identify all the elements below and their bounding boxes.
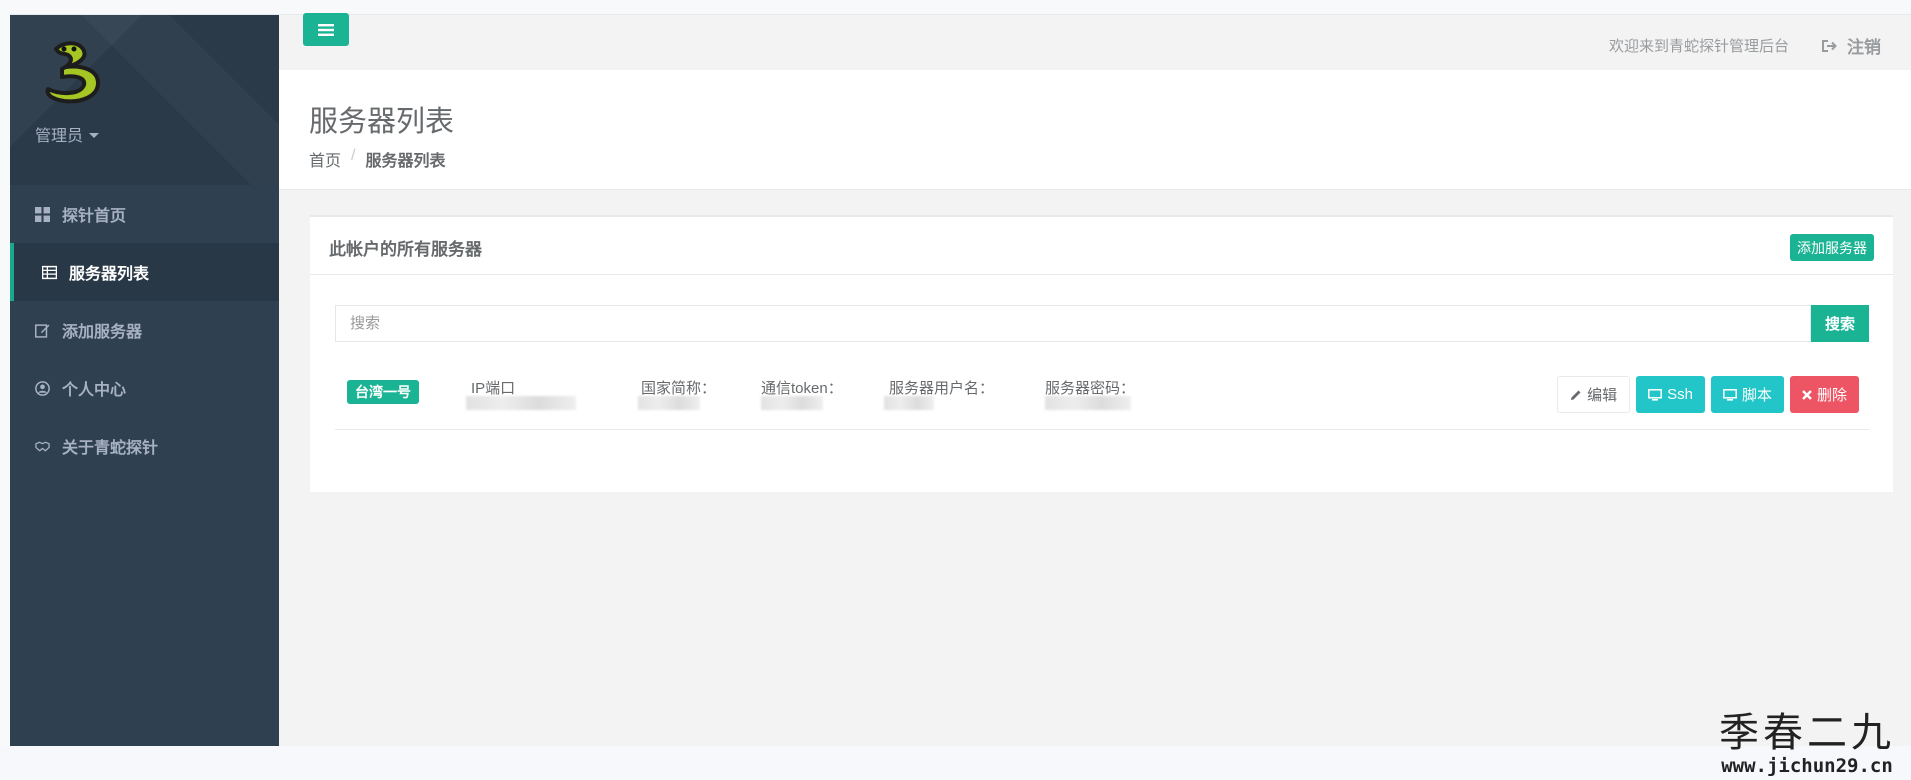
username-label: 服务器用户名： bbox=[889, 380, 995, 397]
desktop-icon bbox=[1648, 388, 1663, 401]
caret-down-icon bbox=[89, 132, 100, 138]
hamburger-icon bbox=[318, 23, 334, 36]
breadcrumb: 首页 / 服务器列表 bbox=[309, 147, 445, 171]
admin-user-menu[interactable]: 管理员 bbox=[35, 122, 100, 146]
watermark: 季春二九 www.jichun29.cn bbox=[1717, 711, 1897, 777]
sidebar: 管理员 探针首页 服务器列表 添加服务器 个人中心 关于青蛇探针 bbox=[10, 15, 279, 747]
page-title: 服务器列表 bbox=[309, 106, 455, 138]
breadcrumb-current: 服务器列表 bbox=[365, 153, 446, 170]
edit-icon bbox=[35, 323, 50, 338]
page-heading: 服务器列表 首页 / 服务器列表 bbox=[279, 70, 1911, 190]
pencil-icon bbox=[1571, 390, 1581, 400]
panel-header: 此帐户的所有服务器 添加服务器 bbox=[310, 217, 1893, 275]
menu-toggle-button[interactable] bbox=[303, 13, 349, 46]
sidebar-item-add-server[interactable]: 添加服务器 bbox=[10, 301, 279, 359]
token-value-redacted bbox=[761, 396, 823, 410]
country-value-redacted bbox=[638, 396, 700, 410]
password-label: 服务器密码： bbox=[1045, 380, 1136, 397]
username-value-redacted bbox=[884, 396, 934, 410]
sidebar-item-label: 探针首页 bbox=[62, 208, 127, 225]
search-input[interactable] bbox=[335, 305, 1811, 342]
sidebar-item-label: 服务器列表 bbox=[69, 266, 150, 283]
add-server-button[interactable]: 添加服务器 bbox=[1790, 234, 1874, 261]
sidebar-item-about[interactable]: 关于青蛇探针 bbox=[10, 417, 279, 475]
ip-port-label: IP端口 bbox=[471, 380, 516, 397]
breadcrumb-separator: / bbox=[351, 147, 356, 164]
sidebar-item-label: 个人中心 bbox=[62, 382, 127, 399]
user-circle-icon bbox=[35, 380, 50, 396]
server-row: 台湾一号 IP端口 国家简称： 通信token： 服务器用户名： 服务器密码： … bbox=[335, 362, 1869, 430]
sidebar-nav: 探针首页 服务器列表 添加服务器 个人中心 关于青蛇探针 bbox=[10, 185, 279, 475]
handshake-icon bbox=[35, 439, 50, 454]
row-actions: 编辑 Ssh 脚本 删除 bbox=[1557, 376, 1859, 413]
watermark-url: www.jichun29.cn bbox=[1721, 755, 1893, 777]
server-list-panel: 此帐户的所有服务器 添加服务器 搜索 台湾一号 IP端口 国家简称： 通信tok… bbox=[310, 215, 1893, 492]
ip-port-value-redacted bbox=[466, 396, 576, 410]
token-label: 通信token： bbox=[761, 380, 843, 397]
top-navbar: 欢迎来到青蛇探针管理后台 注销 bbox=[279, 13, 1911, 70]
logout-label: 注销 bbox=[1847, 38, 1881, 57]
delete-button[interactable]: 删除 bbox=[1789, 376, 1859, 413]
snake-logo-icon bbox=[45, 41, 100, 104]
region-badge: 台湾一号 bbox=[347, 380, 419, 404]
table-icon bbox=[42, 265, 57, 280]
watermark-title: 季春二九 bbox=[1719, 710, 1895, 756]
edit-button[interactable]: 编辑 bbox=[1557, 376, 1631, 413]
close-icon bbox=[1802, 389, 1812, 400]
delete-label: 删除 bbox=[1816, 387, 1847, 404]
search-button[interactable]: 搜索 bbox=[1811, 305, 1869, 342]
breadcrumb-home-link[interactable]: 首页 bbox=[309, 147, 341, 171]
country-label: 国家简称： bbox=[641, 380, 717, 397]
script-label: 脚本 bbox=[1741, 387, 1772, 404]
sidebar-item-server-list[interactable]: 服务器列表 bbox=[10, 243, 279, 301]
sidebar-item-label: 添加服务器 bbox=[62, 324, 143, 341]
ssh-button[interactable]: Ssh bbox=[1636, 376, 1705, 413]
sidebar-header: 管理员 bbox=[10, 15, 279, 185]
logout-link[interactable]: 注销 bbox=[1822, 33, 1881, 58]
edit-label: 编辑 bbox=[1587, 387, 1618, 404]
app-frame: 管理员 探针首页 服务器列表 添加服务器 个人中心 关于青蛇探针 欢迎来到青蛇探… bbox=[10, 13, 1911, 747]
grid-icon bbox=[35, 206, 50, 222]
bottom-strip bbox=[0, 746, 1911, 780]
script-button[interactable]: 脚本 bbox=[1710, 376, 1784, 413]
user-name-label: 管理员 bbox=[35, 128, 84, 145]
ssh-label: Ssh bbox=[1667, 386, 1693, 403]
sidebar-item-dashboard[interactable]: 探针首页 bbox=[10, 185, 279, 243]
sidebar-item-profile[interactable]: 个人中心 bbox=[10, 359, 279, 417]
search-bar: 搜索 bbox=[335, 305, 1869, 342]
panel-title: 此帐户的所有服务器 bbox=[329, 240, 482, 259]
password-value-redacted bbox=[1045, 396, 1131, 410]
desktop-icon bbox=[1723, 388, 1737, 401]
sidebar-item-label: 关于青蛇探针 bbox=[62, 440, 159, 457]
sign-out-icon bbox=[1822, 39, 1837, 52]
welcome-message: 欢迎来到青蛇探针管理后台 bbox=[1608, 38, 1789, 55]
